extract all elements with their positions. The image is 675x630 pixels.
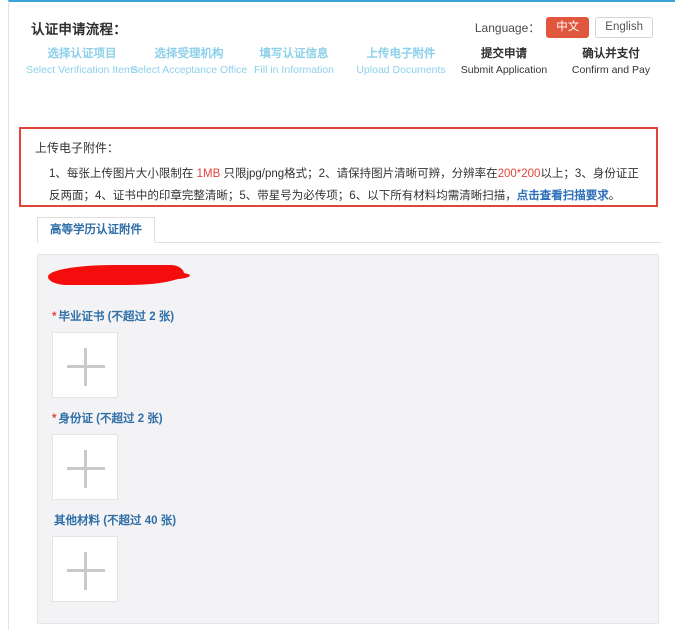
upload-dropzone-id-card[interactable] (52, 434, 118, 500)
notice-line1-part-b: 只限jpg/png格式；2、请保持图片清晰可辨，分辨率在 (220, 168, 498, 180)
notice-size-limit: 1MB (196, 168, 221, 180)
step-6[interactable]: 确认并支付 Confirm and Pay (541, 46, 675, 78)
scan-requirements-link[interactable]: 点击查看扫描要求 (517, 190, 609, 202)
upload-group-id-card-text: 身份证 (不超过 2 张) (58, 413, 163, 425)
plus-icon (84, 348, 87, 386)
plus-icon (84, 450, 87, 488)
notice-resolution: 200*200 (497, 168, 541, 180)
notice-line1-part-a: 1、每张上传图片大小限制在 (49, 168, 197, 180)
upload-group-diploma: * 毕业证书 (不超过 2 张) (52, 310, 174, 398)
tab-strip: 高等学历认证附件 (37, 217, 661, 243)
page-title: 认证申请流程： (31, 22, 127, 37)
notice-body: 1、每张上传图片大小限制在 1MB 只限jpg/png格式；2、请保持图片清晰可… (49, 163, 646, 207)
language-label: Language： (474, 21, 541, 35)
language-button-chinese[interactable]: 中文 (546, 17, 590, 38)
upload-dropzone-diploma[interactable] (52, 332, 118, 398)
upload-group-other-materials: 其他材料 (不超过 40 张) (52, 514, 176, 602)
progress-stepper: 选择认证项目 Select Verification Items 选择受理机构 … (9, 46, 675, 154)
required-star-icon: * (52, 311, 57, 323)
upload-group-id-card-label: * 身份证 (不超过 2 张) (52, 412, 163, 426)
language-switcher: Language： 中文 English (475, 17, 653, 38)
redaction-mark (48, 265, 190, 285)
step-6-label-cn: 确认并支付 (582, 48, 640, 60)
notice-line2-part-b: 。 (608, 190, 621, 202)
tab-higher-education-attachments[interactable]: 高等学历认证附件 (37, 217, 155, 243)
step-6-label-en: Confirm and Pay (571, 64, 651, 76)
upload-group-diploma-text: 毕业证书 (不超过 2 张) (58, 311, 175, 323)
upload-dropzone-other-materials[interactable] (52, 536, 118, 602)
required-star-icon: * (52, 413, 57, 425)
upload-group-diploma-label: * 毕业证书 (不超过 2 张) (52, 310, 174, 324)
upload-notice-box: 上传电子附件： 1、每张上传图片大小限制在 1MB 只限jpg/png格式；2、… (19, 127, 658, 207)
page-header: 认证申请流程： Language： 中文 English (9, 10, 675, 40)
upload-group-id-card: * 身份证 (不超过 2 张) (52, 412, 163, 500)
notice-title: 上传电子附件： (35, 141, 120, 155)
upload-group-other-materials-label: 其他材料 (不超过 40 张) (52, 514, 176, 528)
upload-group-other-materials-text: 其他材料 (不超过 40 张) (54, 515, 177, 527)
upload-panel: * 毕业证书 (不超过 2 张) * 身份证 (不超过 2 张) 其他材料 (不超过… (37, 254, 659, 624)
plus-icon (84, 552, 87, 590)
language-button-english[interactable]: English (595, 17, 653, 38)
notice-line2-part-a: 完整清晰；5、带星号为必传项；6、以下所有材料均需清晰扫描， (181, 190, 517, 202)
page-frame: 认证申请流程： Language： 中文 English 选择认证项目 Sele… (8, 0, 675, 630)
